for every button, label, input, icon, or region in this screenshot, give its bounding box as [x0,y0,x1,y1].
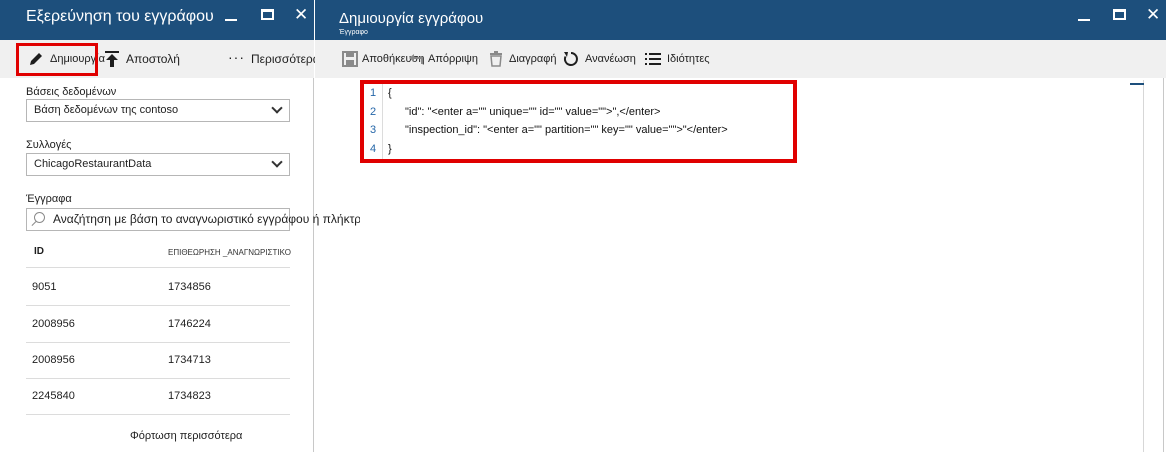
refresh-button[interactable]: Ανανέωση [563,40,636,78]
discard-icon [409,54,423,64]
upload-label: Αποστολή [126,52,180,66]
maximize-icon[interactable] [1113,9,1126,20]
refresh-label: Ανανέωση [585,53,636,65]
minimize-icon[interactable] [225,19,237,21]
refresh-icon [563,52,578,66]
upload-button[interactable]: Αποστολή [104,40,180,78]
chevron-down-icon [271,102,283,114]
documents-label: Έγγραφα [26,193,72,205]
editor-scrollbar[interactable] [1143,80,1144,452]
minimize-icon[interactable] [1078,19,1090,21]
cell-inspection-id: 1734713 [168,354,211,366]
table-row[interactable]: 9051 1734856 [26,269,290,306]
cell-inspection-id: 1734856 [168,281,211,293]
table-row[interactable]: 2008956 1746224 [26,306,290,343]
create-document-command-bar: Αποθήκευση Απόρριψη Διαγραφή Ανανέωση Ιδ… [315,40,1166,78]
cell-inspection-id: 1734823 [168,390,211,402]
more-button[interactable]: ··· Περισσότερα [228,40,320,78]
code-highlight-box [360,80,797,163]
properties-button[interactable]: Ιδιότητες [645,40,710,78]
trash-icon [490,51,502,67]
documents-table-header: ID ΕΠΙΘΕΩΡΗΣΗ _ΑΝΑΓΝΩΡΙΣΤΙΚΟ [26,236,291,268]
more-icon: ··· [228,49,245,65]
cell-id: 2245840 [32,390,75,402]
search-icon [34,212,45,223]
delete-button[interactable]: Διαγραφή [489,40,557,78]
discard-label: Απόρριψη [428,53,478,65]
collections-select[interactable]: ChicagoRestaurantData [26,153,290,176]
cell-id: 2008956 [32,318,75,330]
blade-border [1163,78,1164,452]
document-search-input[interactable]: Αναζήτηση με βάση το αναγνωριστικό εγγρά… [26,208,415,231]
close-icon[interactable]: ✕ [294,6,308,23]
collections-selected-value: ChicagoRestaurantData [34,158,152,170]
databases-label: Βάσεις δεδομένων [26,86,117,98]
load-more-link[interactable]: Φόρτωση περισσότερα [130,430,242,442]
create-document-subtitle: Έγγραφο [339,29,368,36]
create-document-title: Δημιουργία εγγράφου [339,10,484,27]
discard-button[interactable]: Απόρριψη [408,40,478,78]
create-highlight-box [16,43,98,76]
cell-id: 9051 [32,281,57,293]
list-icon [645,53,661,65]
save-icon [342,51,358,67]
cell-inspection-id: 1746224 [168,318,211,330]
table-row[interactable]: 2245840 1734823 [26,378,290,415]
databases-select[interactable]: Βάση δεδομένων της contoso [26,99,290,122]
maximize-icon[interactable] [261,9,274,20]
close-icon[interactable]: ✕ [1146,6,1160,23]
create-document-header: Δημιουργία εγγράφου Έγγραφο ✕ [315,0,1166,40]
upload-icon [105,51,119,67]
databases-selected-value: Βάση δεδομένων της contoso [34,104,179,116]
table-row[interactable]: 2008956 1734713 [26,342,290,379]
chevron-down-icon [271,156,283,168]
delete-label: Διαγραφή [509,53,557,65]
document-explorer-header: Εξερεύνηση του εγγράφου ✕ [0,0,314,40]
properties-label: Ιδιότητες [667,53,710,65]
column-header-id[interactable]: ID [34,246,44,257]
column-header-inspection-id[interactable]: ΕΠΙΘΕΩΡΗΣΗ _ΑΝΑΓΝΩΡΙΣΤΙΚΟ [168,248,291,257]
cell-id: 2008956 [32,354,75,366]
editor-scroll-thumb[interactable] [1130,83,1144,85]
collections-label: Συλλογές [26,139,72,151]
document-explorer-title: Εξερεύνηση του εγγράφου [26,8,214,25]
more-label: Περισσότερα [251,52,320,66]
